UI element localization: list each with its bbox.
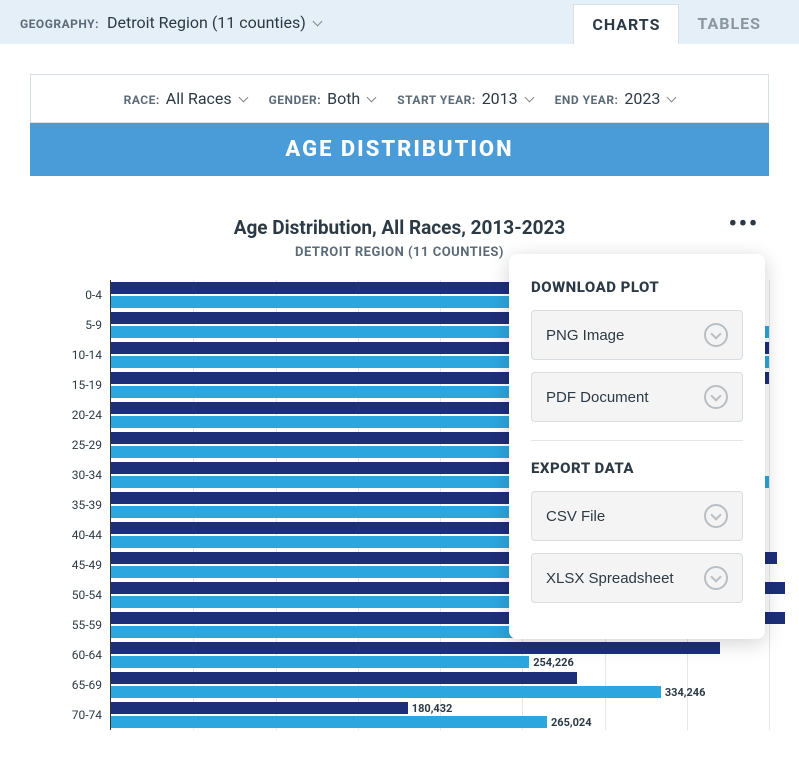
tab-charts[interactable]: CHARTS — [573, 4, 679, 44]
main-area: RACE: All Races GENDER: Both START YEAR:… — [0, 44, 799, 760]
bar-row: 254,226 — [111, 640, 769, 670]
bar-segment — [111, 716, 547, 728]
y-axis-labels: 0-45-910-1415-1920-2425-2930-3435-3940-4… — [30, 280, 110, 730]
y-axis-tick: 70-74 — [30, 700, 110, 730]
tab-tables[interactable]: TABLES — [679, 4, 779, 44]
geography-selector[interactable]: GEOGRAPHY: Detroit Region (11 counties) — [20, 13, 321, 32]
divider — [531, 440, 743, 441]
bar-segment — [111, 702, 408, 714]
y-axis-tick: 60-64 — [30, 640, 110, 670]
y-axis-tick: 20-24 — [30, 400, 110, 430]
download-plot-heading: DOWNLOAD PLOT — [531, 278, 743, 296]
chart-title: Age Distribution, All Races, 2013-2023 — [30, 216, 769, 239]
chevron-down-icon — [667, 93, 677, 103]
y-axis-tick: 35-39 — [30, 490, 110, 520]
bar-segment — [111, 642, 720, 654]
bar-segment — [111, 686, 661, 698]
section-title: AGE DISTRIBUTION — [30, 123, 769, 176]
download-png-button[interactable]: PNG Image — [531, 310, 743, 360]
geography-value: Detroit Region (11 counties) — [107, 13, 306, 32]
bar-row: 180,432 265,024 — [111, 700, 769, 730]
geography-label: GEOGRAPHY: — [20, 17, 99, 31]
download-csv-button[interactable]: CSV File — [531, 491, 743, 541]
chart-menu-button[interactable]: ••• — [729, 212, 759, 237]
chevron-down-icon — [524, 93, 534, 103]
chevron-down-icon — [238, 93, 248, 103]
bar-row: 334,246 — [111, 670, 769, 700]
download-icon — [704, 566, 728, 590]
y-axis-tick: 65-69 — [30, 670, 110, 700]
export-data-heading: EXPORT DATA — [531, 459, 743, 477]
chevron-down-icon — [367, 93, 377, 103]
view-tabs: CHARTS TABLES — [573, 4, 779, 44]
y-axis-tick: 45-49 — [30, 550, 110, 580]
download-icon — [704, 385, 728, 409]
filter-bar: RACE: All Races GENDER: Both START YEAR:… — [30, 74, 769, 123]
y-axis-tick: 50-54 — [30, 580, 110, 610]
bar-value-label: 180,432 — [412, 702, 453, 715]
top-bar: GEOGRAPHY: Detroit Region (11 counties) … — [0, 0, 799, 44]
chevron-down-icon — [312, 16, 322, 26]
y-axis-tick: 55-59 — [30, 610, 110, 640]
y-axis-tick: 15-19 — [30, 370, 110, 400]
y-axis-tick: 25-29 — [30, 430, 110, 460]
bar-value-label: 334,246 — [665, 686, 706, 699]
download-icon — [704, 323, 728, 347]
y-axis-tick: 30-34 — [30, 460, 110, 490]
download-xlsx-button[interactable]: XLSX Spreadsheet — [531, 553, 743, 603]
chart-container: ••• Age Distribution, All Races, 2013-20… — [30, 176, 769, 730]
bar-segment — [111, 656, 529, 668]
bar-segment — [111, 672, 577, 684]
y-axis-tick: 0-4 — [30, 280, 110, 310]
bar-value-label: 265,024 — [551, 716, 592, 729]
bar-value-label: 254,226 — [533, 656, 574, 669]
y-axis-tick: 5-9 — [30, 310, 110, 340]
y-axis-tick: 40-44 — [30, 520, 110, 550]
race-filter[interactable]: RACE: All Races — [124, 89, 247, 108]
download-pdf-button[interactable]: PDF Document — [531, 372, 743, 422]
gender-filter[interactable]: GENDER: Both — [269, 89, 376, 108]
end-year-filter[interactable]: END YEAR: 2023 — [555, 89, 676, 108]
download-icon — [704, 504, 728, 528]
y-axis-tick: 10-14 — [30, 340, 110, 370]
export-popup: DOWNLOAD PLOT PNG Image PDF Document EXP… — [509, 254, 765, 639]
start-year-filter[interactable]: START YEAR: 2013 — [397, 89, 532, 108]
